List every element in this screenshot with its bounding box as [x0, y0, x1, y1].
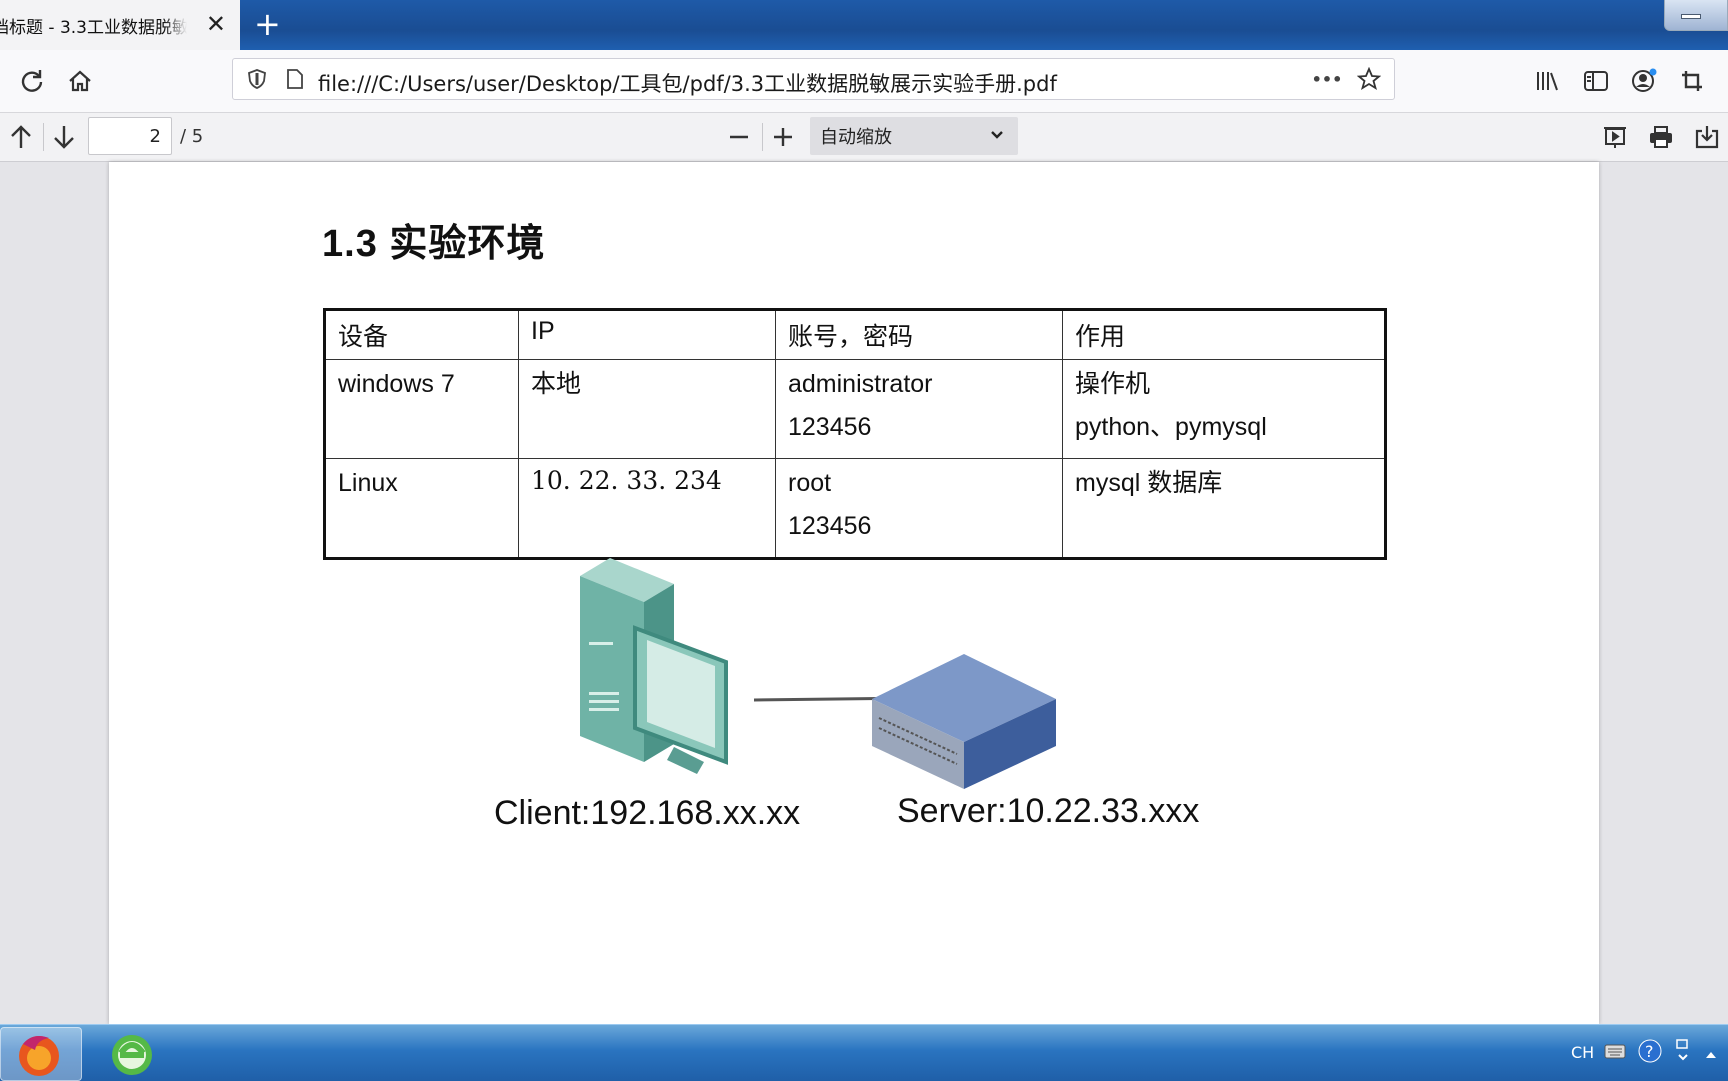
- table-cell: 本地: [518, 359, 776, 459]
- server-label: Server:10.22.33.xxx: [897, 792, 1200, 830]
- taskbar: CH ?: [0, 1024, 1728, 1081]
- restore-icon[interactable]: [1674, 1037, 1692, 1069]
- library-icon[interactable]: [1530, 63, 1566, 99]
- reload-icon[interactable]: [14, 63, 50, 99]
- page-count: / 5: [180, 126, 204, 147]
- header-cell: IP: [518, 309, 776, 360]
- cell-text: Linux: [338, 469, 398, 497]
- table-cell: Linux: [324, 458, 519, 559]
- cell-text: 123456: [788, 413, 872, 441]
- table-row: windows 7 本地 administrator 123456 操作机 py…: [324, 359, 1386, 459]
- tab-strip: 档标题 - 3.3工业数据脱敏展示实验手册.pdf ✕ +: [0, 0, 1728, 50]
- table-cell: 操作机 python、pymysql: [1062, 359, 1386, 459]
- zoom-in-icon[interactable]: [766, 120, 800, 154]
- pdf-toolbar: / 5 自动缩放: [0, 113, 1728, 162]
- keyboard-icon[interactable]: [1604, 1041, 1626, 1065]
- shield-icon[interactable]: [243, 65, 271, 93]
- network-diagram: [580, 558, 1056, 789]
- help-icon[interactable]: ?: [1638, 1039, 1662, 1067]
- sidebar-icon[interactable]: [1578, 63, 1614, 99]
- nav-bar: file:///C:/Users/user/Desktop/工具包/pdf/3.…: [0, 50, 1728, 113]
- zoom-select[interactable]: 自动缩放: [810, 117, 1018, 155]
- cell-text: mysql 数据库: [1075, 469, 1223, 497]
- save-download-icon[interactable]: [1690, 120, 1724, 154]
- toolbar-separator: [762, 123, 763, 151]
- environment-table: 设备 IP 账号，密码 作用 windows 7 本地 administrato…: [323, 308, 1387, 560]
- client-label: Client:192.168.xx.xx: [494, 794, 801, 832]
- minimize-button[interactable]: [1664, 0, 1728, 31]
- connection-line: [753, 696, 923, 702]
- header-cell: 设备: [324, 309, 519, 360]
- table-cell: mysql 数据库: [1062, 458, 1386, 559]
- zoom-select-value: 自动缩放: [820, 127, 892, 148]
- tab-close-icon[interactable]: ✕: [206, 12, 226, 36]
- cell-text: 本地: [531, 370, 582, 398]
- tab-active[interactable]: 档标题 - 3.3工业数据脱敏展示实验手册.pdf ✕: [0, 0, 240, 50]
- chevron-down-icon: [990, 125, 1004, 144]
- table-cell: administrator 123456: [775, 359, 1063, 459]
- bookmark-star-icon[interactable]: [1355, 65, 1383, 93]
- next-page-icon[interactable]: [47, 120, 81, 154]
- print-icon[interactable]: [1644, 120, 1678, 154]
- url-bar[interactable]: file:///C:/Users/user/Desktop/工具包/pdf/3.…: [232, 58, 1395, 100]
- header-cell: 作用: [1062, 309, 1386, 360]
- cell-text: 123456: [788, 512, 872, 540]
- minimize-icon: [1681, 14, 1701, 19]
- firefox-icon: [19, 1036, 59, 1076]
- pdf-page: 1.3 实验环境 设备 IP 账号，密码 作用 windows 7 本地 adm…: [109, 162, 1599, 1024]
- previous-page-icon[interactable]: [4, 120, 38, 154]
- presentation-mode-icon[interactable]: [1598, 120, 1632, 154]
- cell-text: root: [788, 469, 832, 497]
- input-language[interactable]: CH: [1571, 1043, 1594, 1062]
- cell-text: python、pymysql: [1075, 413, 1267, 441]
- header-cell: 账号，密码: [775, 309, 1063, 360]
- page-icon: [281, 65, 309, 93]
- svg-text:?: ?: [1645, 1042, 1654, 1061]
- cell-text: windows 7: [338, 370, 455, 398]
- firefox-taskbar-button[interactable]: [0, 1027, 82, 1081]
- table-cell: root 123456: [775, 458, 1063, 559]
- show-hidden-icons-icon[interactable]: [1704, 1045, 1718, 1064]
- cell-text: 操作机: [1075, 370, 1151, 398]
- new-tab-button[interactable]: +: [254, 8, 281, 40]
- table-header-row: 设备 IP 账号，密码 作用: [324, 309, 1386, 360]
- section-heading: 1.3 实验环境: [322, 223, 546, 265]
- page-number-input[interactable]: [88, 117, 172, 155]
- table-cell: windows 7: [324, 359, 519, 459]
- home-icon[interactable]: [62, 63, 98, 99]
- cell-text: administrator: [788, 370, 933, 398]
- pdf-viewer[interactable]: 1.3 实验环境 设备 IP 账号，密码 作用 windows 7 本地 adm…: [0, 162, 1728, 1024]
- client-pc-icon: [580, 558, 728, 774]
- server-icon: [872, 654, 1056, 789]
- tab-title: 档标题 - 3.3工业数据脱敏展示实验手册.pdf: [0, 17, 187, 38]
- screenshot-icon[interactable]: [1674, 63, 1710, 99]
- browser-e-icon: [112, 1035, 152, 1075]
- zoom-out-icon[interactable]: [722, 120, 756, 154]
- toolbar-separator: [43, 123, 44, 151]
- ie-taskbar-button[interactable]: [92, 1027, 172, 1079]
- table-row: Linux 10. 22. 33. 234 root 123456 mysql …: [324, 458, 1386, 559]
- account-icon[interactable]: [1626, 63, 1662, 99]
- url-text[interactable]: file:///C:/Users/user/Desktop/工具包/pdf/3.…: [318, 68, 1057, 98]
- cell-text: 10. 22. 33. 234: [531, 466, 722, 495]
- more-actions-icon[interactable]: •••: [1312, 65, 1343, 93]
- table-cell: 10. 22. 33. 234: [518, 458, 776, 559]
